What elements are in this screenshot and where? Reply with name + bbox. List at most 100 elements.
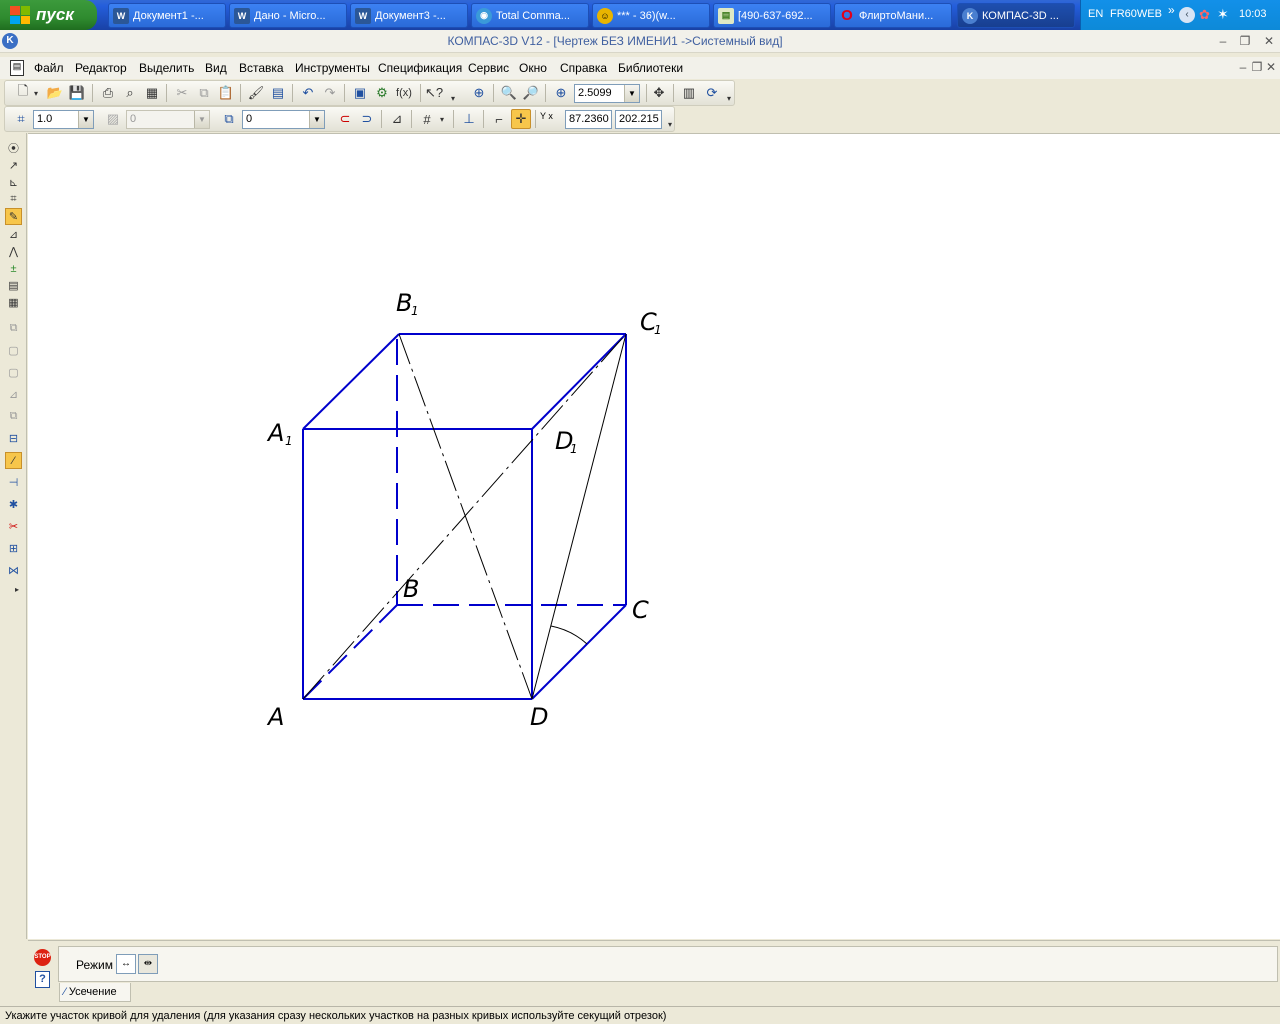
taskbar-item-dano[interactable]: W Дано - Micro... [229, 3, 347, 28]
grid-dropdown-icon[interactable]: ▾ [437, 109, 447, 129]
diagonal-a-c1[interactable] [302, 333, 627, 700]
symmetry-icon[interactable]: ⋈ [5, 562, 22, 579]
zoom-in-icon[interactable]: 🔍 [499, 83, 519, 103]
select-icon[interactable]: ⋀ [5, 243, 22, 260]
layout-sheets-icon[interactable]: ▦ [142, 83, 162, 103]
new-document-icon[interactable]: 🗋 [13, 83, 33, 103]
refresh-view-icon[interactable]: ▥ [679, 83, 699, 103]
zoom-scale-icon[interactable]: ⊕ [551, 83, 571, 103]
taskbar-item-chat[interactable]: ☺ *** - 36)(w... [592, 3, 710, 28]
menu-select[interactable]: Выделить [139, 61, 194, 75]
menu-help[interactable]: Справка [560, 61, 607, 75]
taskbar-item-kompas[interactable]: K КОМПАС-3D ... [957, 3, 1075, 28]
diagonal-b1-d[interactable] [398, 333, 533, 700]
tray-star-icon[interactable]: ✶ [1217, 6, 1229, 23]
start-button[interactable]: пуск [0, 0, 97, 30]
toolbar-overflow-icon[interactable]: ▾ [449, 93, 457, 103]
taskbar-item-total-commander[interactable]: ◉ Total Comma... [471, 3, 589, 28]
help-pointer-icon[interactable]: ↖? [424, 83, 444, 103]
edge-d-c[interactable] [531, 604, 627, 700]
taskbar-item-opera[interactable]: O ФлиртоМани... [834, 3, 952, 28]
local-cs-icon[interactable]: ⌗ [11, 109, 31, 129]
menu-insert[interactable]: Вставка [239, 61, 284, 75]
coord-y-field[interactable]: 202.215 [615, 110, 662, 129]
parametric-icon[interactable]: ⊿ [387, 109, 407, 129]
tray-flower-icon[interactable]: ✿ [1199, 7, 1210, 23]
menu-service[interactable]: Сервис [468, 61, 509, 75]
trim-curve-icon[interactable]: ⁄ [5, 452, 22, 469]
tray-collapse-icon[interactable]: ‹ [1179, 7, 1195, 23]
properties-icon[interactable]: ▤ [268, 83, 288, 103]
menu-view[interactable]: Вид [205, 61, 227, 75]
drawing-canvas[interactable]: A B C D A 1 B 1 C 1 D 1 [28, 133, 1280, 939]
undo-icon[interactable]: ↶ [298, 83, 318, 103]
chevron-down-icon[interactable]: ▼ [309, 111, 324, 128]
dimensions-icon[interactable]: ↗ [5, 157, 22, 174]
associative-views-icon[interactable]: ± [5, 260, 22, 277]
measure-icon[interactable]: ⊿ [5, 226, 22, 243]
manager-icon[interactable]: ▣ [350, 83, 370, 103]
redo-icon[interactable]: ↷ [320, 83, 340, 103]
stop-icon[interactable]: STOP [34, 949, 51, 966]
new-dropdown-icon[interactable]: ▾ [31, 83, 41, 103]
menu-specification[interactable]: Спецификация [378, 61, 462, 75]
mode-trim-segment-icon[interactable]: ↔ [116, 954, 136, 974]
doc-restore-button[interactable]: ❐ [1250, 60, 1264, 74]
paste-icon[interactable]: 📋 [216, 83, 236, 103]
document-icon[interactable]: ▤ [10, 60, 24, 76]
diagonal-d-c1[interactable] [531, 333, 627, 700]
zoom-out-icon[interactable]: 🔎 [521, 83, 541, 103]
save-icon[interactable]: 💾 [67, 83, 87, 103]
break-curve-icon[interactable]: ✱ [5, 496, 22, 513]
reports-icon[interactable]: ▦ [5, 294, 22, 311]
pan-icon[interactable]: ✥ [649, 83, 669, 103]
help-icon[interactable]: ? [35, 971, 50, 988]
scale-select[interactable]: 1.0 ▼ [33, 110, 94, 129]
orthogonal-icon[interactable]: ⊥ [459, 109, 479, 129]
taskbar-item-document1[interactable]: W Документ1 -... [108, 3, 226, 28]
menu-edit[interactable]: Редактор [75, 61, 127, 75]
toolbar-overflow-icon[interactable]: ▾ [666, 119, 674, 129]
trim-tool-icon[interactable]: ⊟ [5, 430, 22, 447]
layers-icon[interactable]: ⧉ [219, 109, 239, 129]
close-button[interactable]: ✕ [1262, 34, 1276, 48]
library-manager-icon[interactable]: ⚙ [372, 83, 392, 103]
chevron-down-icon[interactable]: ▼ [78, 111, 93, 128]
chevron-down-icon[interactable]: ▼ [624, 85, 639, 102]
zoom-frame-icon[interactable]: ⊕ [469, 83, 489, 103]
tray-more-button[interactable]: » [1168, 3, 1175, 17]
menu-file[interactable]: Файл [34, 61, 64, 75]
local-snap-icon[interactable]: ⊃ [357, 109, 377, 129]
print-icon[interactable]: ⎙ [98, 83, 118, 103]
hidden-edge-a-b[interactable] [302, 604, 398, 700]
doc-close-button[interactable]: ✕ [1264, 60, 1278, 74]
open-folder-icon[interactable]: 📂 [45, 83, 65, 103]
taskbar-item-document3[interactable]: W Документ3 -... [350, 3, 468, 28]
parametrization-icon[interactable]: ✎ [5, 208, 22, 225]
round-icon[interactable]: ⌐ [489, 109, 509, 129]
print-preview-icon[interactable]: ⌕ [120, 83, 140, 103]
expand-toolbar-icon[interactable]: ▸ [11, 584, 23, 594]
edge-a1-b1[interactable] [302, 333, 400, 430]
menu-window[interactable]: Окно [519, 61, 547, 75]
snap-active-icon[interactable]: ✛ [511, 109, 531, 129]
mode-trim-keep-icon[interactable]: ⇹ [138, 954, 158, 974]
designations-icon[interactable]: ⊾ [5, 174, 22, 191]
coord-x-field[interactable]: 87.2360 [565, 110, 612, 129]
taskbar-item-icq[interactable]: ▤ [490-637-692... [713, 3, 831, 28]
edge-d1-c1[interactable] [531, 333, 627, 430]
zoom-select[interactable]: 2.5099 ▼ [574, 84, 640, 103]
editing-icon[interactable]: ⌗ [5, 191, 22, 208]
trim-two-points-icon[interactable]: ⊣ [5, 474, 22, 491]
variables-icon[interactable]: f(x) [394, 83, 414, 103]
tab-trim[interactable]: ⁄ Усечение [59, 983, 131, 1002]
layer-select[interactable]: 0 ▼ [242, 110, 325, 129]
cut-icon[interactable]: ✂ [172, 83, 192, 103]
minimize-button[interactable]: – [1216, 34, 1230, 48]
grid-icon[interactable]: # [417, 109, 437, 129]
toolbar-overflow-icon[interactable]: ▾ [725, 93, 733, 103]
snap-magnet-icon[interactable]: ⊂ [335, 109, 355, 129]
geometry-icon[interactable]: ⦿ [5, 139, 22, 156]
menu-tools[interactable]: Инструменты [295, 61, 370, 75]
doc-minimize-button[interactable]: – [1236, 60, 1250, 74]
